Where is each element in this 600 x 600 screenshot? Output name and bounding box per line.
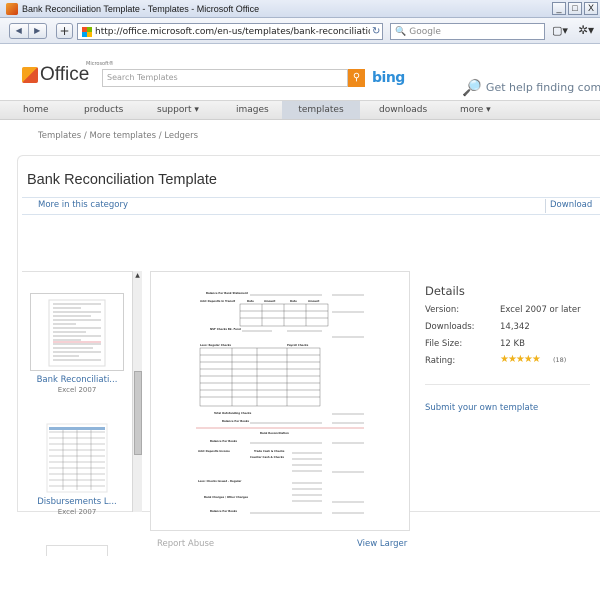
detail-version-value: Excel 2007 or later (500, 305, 581, 315)
detail-downloads-value: 14,342 (500, 322, 530, 332)
doc-text: Balance Per Books (222, 419, 250, 423)
template-search-input[interactable]: Search Templates (102, 69, 348, 87)
doc-text: Bank Charges / Other Charges (204, 495, 249, 499)
microsoft-superscript: Microsoft® (86, 61, 114, 67)
nav-downloads[interactable]: downloads (379, 101, 427, 119)
doc-text: Amount (308, 299, 320, 303)
office-logo-icon (22, 67, 38, 83)
doc-text: Less: Checks Issued - Regular (198, 479, 242, 483)
thumbnail-label[interactable]: Bank Reconciliati... (30, 375, 124, 385)
favicon-icon (82, 26, 92, 37)
spreadsheet-preview-image: Balance Per Bank Statement Add: Deposits… (192, 282, 368, 520)
thumbnail-preview-image (46, 423, 108, 493)
download-link[interactable]: Download (550, 200, 592, 210)
thumbnail-card[interactable] (46, 545, 108, 556)
thumbnail-label[interactable]: Disbursements L... (30, 497, 124, 507)
url-text[interactable]: http://office.microsoft.com/en-us/templa… (95, 27, 370, 37)
firefox-icon (6, 2, 18, 15)
report-abuse-link[interactable]: Report Abuse (157, 539, 214, 549)
view-larger-link[interactable]: View Larger (357, 539, 407, 549)
detail-downloads-label: Downloads: (425, 322, 475, 332)
doc-text: Balance Per Books (210, 439, 238, 443)
rating-count: (18) (553, 356, 567, 364)
doc-text: Less: Regular Checks (200, 343, 231, 347)
detail-version-label: Version: (425, 305, 460, 315)
nav-images[interactable]: images (236, 101, 269, 119)
nav-support[interactable]: support ▾ (157, 101, 199, 119)
scroll-up-icon[interactable]: ▲ (133, 271, 142, 281)
tools-gear-icon[interactable]: ✲▾ (578, 23, 594, 37)
doc-text: Total Outstanding Checks (214, 411, 252, 415)
doc-text: Balance Per Bank Statement (206, 291, 249, 295)
detail-filesize-value: 12 KB (500, 339, 525, 349)
doc-text: Balance Per Books (210, 509, 238, 513)
nav-templates[interactable]: templates (282, 101, 360, 119)
close-button[interactable]: X (584, 2, 598, 15)
window-controls: _ □ X (552, 2, 598, 15)
doc-text: Counter Cash & Checks (250, 455, 284, 459)
back-button[interactable]: ◀ (10, 24, 28, 38)
detail-rating-label: Rating: (425, 356, 456, 366)
thumbnail-preview-image (48, 299, 106, 367)
nav-more[interactable]: more ▾ (460, 101, 491, 119)
search-icon: 🔍 (395, 26, 407, 37)
forward-button[interactable]: ▶ (27, 24, 47, 38)
window-title-bar: Bank Reconciliation Template - Templates… (0, 0, 600, 18)
divider (545, 199, 546, 213)
address-bar[interactable]: http://office.microsoft.com/en-us/templa… (77, 23, 383, 40)
template-search-button[interactable]: ⚲ (348, 69, 365, 87)
browser-toolbar: ◀ ▶ + http://office.microsoft.com/en-us/… (0, 18, 600, 44)
doc-text: Date (290, 299, 297, 303)
thumbnail-scrollbar[interactable]: ▲ (132, 271, 142, 512)
nav-products[interactable]: products (84, 101, 123, 119)
window-title: Bank Reconciliation Template - Templates… (22, 3, 260, 14)
main-navigation: home products support ▾ images templates… (0, 100, 600, 120)
browser-search-box[interactable]: 🔍 Google (390, 23, 545, 40)
office-logo[interactable]: Office Microsoft® (22, 61, 114, 86)
help-finding-text[interactable]: Get help finding comm (486, 81, 600, 94)
more-in-category-link[interactable]: More in this category (38, 200, 128, 210)
detail-filesize-label: File Size: (425, 339, 463, 349)
scrollbar-thumb[interactable] (134, 371, 142, 455)
minimize-button[interactable]: _ (552, 2, 566, 15)
help-finding-link[interactable]: 🔎 Get help finding comm (462, 78, 600, 97)
doc-text: Bank Reconciliation (260, 431, 289, 435)
new-tab-button[interactable]: + (56, 23, 73, 39)
bing-logo[interactable]: bing (372, 70, 405, 86)
browser-search-placeholder[interactable]: Google (409, 27, 441, 37)
divider (425, 384, 590, 385)
page-title: Bank Reconciliation Template (27, 172, 217, 188)
thumbnail-sublabel: Excel 2007 (57, 386, 97, 394)
rating-stars-icon: ★★★★★ (500, 354, 541, 365)
back-forward-group: ◀ ▶ (9, 23, 47, 39)
doc-text: Payroll Checks (287, 343, 309, 347)
doc-text: Add: Deposits Income (198, 449, 230, 453)
details-heading: Details (425, 284, 465, 298)
doc-text: Amount (264, 299, 276, 303)
doc-text: Date (247, 299, 254, 303)
submit-template-link[interactable]: Submit your own template (425, 403, 538, 413)
breadcrumb[interactable]: Templates / More templates / Ledgers (38, 131, 198, 141)
reload-icon[interactable]: ↻ (372, 26, 380, 37)
thumbnail-card[interactable] (30, 419, 124, 497)
thumbnail-card[interactable] (30, 293, 124, 371)
doc-text: Trade Cash & Checks (254, 449, 285, 453)
magnifier-help-icon: 🔎 (462, 78, 482, 97)
doc-text: NSF Checks Bk. Fund (210, 327, 241, 331)
maximize-button[interactable]: □ (568, 2, 582, 15)
thumbnail-sublabel: Excel 2007 (57, 508, 97, 516)
doc-text: Add: Deposits In Transit (200, 299, 236, 303)
template-preview[interactable]: Balance Per Bank Statement Add: Deposits… (150, 271, 410, 531)
page-menu-icon[interactable]: ▢▾ (552, 24, 568, 37)
nav-home[interactable]: home (23, 101, 49, 119)
office-logo-text: Office (40, 64, 90, 85)
